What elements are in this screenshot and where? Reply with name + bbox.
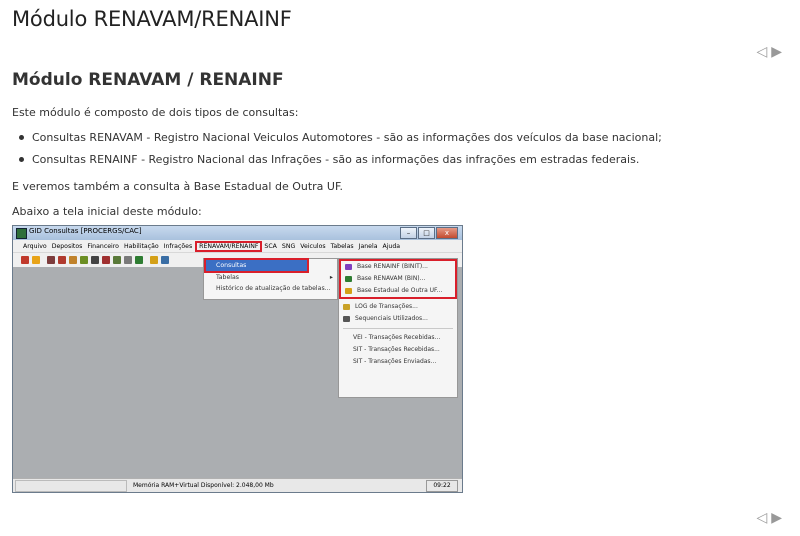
tool-icon[interactable] bbox=[113, 256, 121, 264]
next-page-icon[interactable]: ▶ bbox=[771, 44, 786, 60]
section-title: Módulo RENAVAM / RENAINF bbox=[12, 70, 284, 90]
traffic-light-icon[interactable] bbox=[91, 256, 99, 264]
tool-icon[interactable] bbox=[150, 256, 158, 264]
menu-financeiro[interactable]: Financeiro bbox=[87, 243, 119, 250]
menu-habilitacao[interactable]: Habilitação bbox=[124, 243, 159, 250]
renainf-icon bbox=[345, 264, 352, 270]
menu-item-label: Base RENAVAM (BIN)... bbox=[357, 275, 426, 282]
page-nav-bottom: ◁▶ bbox=[756, 510, 786, 526]
menu-tabelas[interactable]: Tabelas bbox=[331, 243, 354, 250]
menu-item-sit-enviadas[interactable]: SIT - Transações Enviadas... bbox=[339, 356, 457, 368]
menu-arquivo[interactable]: Arquivo bbox=[23, 243, 47, 250]
list-item: Consultas RENAVAM - Registro Nacional Ve… bbox=[12, 130, 662, 152]
below-text: Abaixo a tela inicial deste módulo: bbox=[12, 205, 202, 218]
tool-icon[interactable] bbox=[135, 256, 143, 264]
tool-icon[interactable] bbox=[102, 256, 110, 264]
tool-icon[interactable] bbox=[80, 256, 88, 264]
menu-item-label: LOG de Transações... bbox=[355, 303, 418, 310]
renavam-icon bbox=[345, 276, 352, 282]
menu-sca[interactable]: SCA bbox=[264, 243, 276, 250]
menu-item-label: Consultas bbox=[216, 262, 247, 269]
intro-text: Este módulo é composto de dois tipos de … bbox=[12, 106, 299, 119]
app-icon bbox=[16, 228, 27, 239]
menu-item-consultas[interactable]: Consultas bbox=[204, 258, 309, 273]
menu-item-vei-recebidas[interactable]: VEI - Transações Recebidas... bbox=[339, 332, 457, 344]
menu-infracoes[interactable]: Infrações bbox=[164, 243, 192, 250]
tool-icon[interactable] bbox=[69, 256, 77, 264]
tool-icon[interactable] bbox=[161, 256, 169, 264]
menu-renavam-renainf[interactable]: RENAVAM/RENAINF bbox=[195, 240, 263, 252]
also-text: E veremos também a consulta à Base Estad… bbox=[12, 180, 344, 193]
maximize-button[interactable]: □ bbox=[418, 227, 435, 239]
menu-veiculos[interactable]: Veiculos bbox=[300, 243, 325, 250]
status-bar: Memória RAM+Virtual Disponível: 2.048,00… bbox=[13, 478, 462, 492]
lock-icon[interactable] bbox=[32, 256, 40, 264]
tool-icon[interactable] bbox=[124, 256, 132, 264]
menu-item-base-renainf[interactable]: Base RENAINF (BINIT)... bbox=[341, 261, 455, 273]
status-time: 09:22 bbox=[426, 480, 458, 492]
window-title: GID Consultas [PROCERGS/CAC] bbox=[29, 227, 142, 235]
module-screenshot: GID Consultas [PROCERGS/CAC] – □ x Arqui… bbox=[12, 225, 463, 493]
menu-item-tabelas[interactable]: Tabelas ▸ bbox=[204, 272, 337, 283]
prev-page-icon[interactable]: ◁ bbox=[756, 510, 771, 526]
menu-item-label: Histórico de atualização de tabelas... bbox=[216, 285, 331, 292]
menu-item-sequenciais[interactable]: Sequenciais Utilizados... bbox=[339, 313, 457, 325]
search-icon bbox=[345, 288, 352, 294]
prev-page-icon[interactable]: ◁ bbox=[756, 44, 771, 60]
tool-icon[interactable] bbox=[21, 256, 29, 264]
status-cell bbox=[15, 480, 127, 492]
menu-item-label: Tabelas bbox=[216, 274, 240, 281]
tool-icon[interactable] bbox=[58, 256, 66, 264]
menu-janela[interactable]: Janela bbox=[359, 243, 378, 250]
renavam-dropdown-menu: Consultas Tabelas ▸ Histórico de atualiz… bbox=[203, 258, 338, 300]
menu-item-label: Base RENAINF (BINIT)... bbox=[357, 263, 428, 270]
sequence-icon bbox=[343, 316, 350, 322]
menu-item-sit-recebidas[interactable]: SIT - Transações Recebidas... bbox=[339, 344, 457, 356]
consultation-list: Consultas RENAVAM - Registro Nacional Ve… bbox=[12, 130, 662, 174]
memory-status: Memória RAM+Virtual Disponível: 2.048,00… bbox=[133, 482, 274, 489]
tool-icon[interactable] bbox=[47, 256, 55, 264]
page-title: Módulo RENAVAM/RENAINF bbox=[12, 7, 292, 31]
menu-item-historico[interactable]: Histórico de atualização de tabelas... bbox=[204, 283, 337, 294]
menu-item-label: Base Estadual de Outra UF... bbox=[357, 287, 443, 294]
menu-ajuda[interactable]: Ajuda bbox=[382, 243, 400, 250]
minimize-button[interactable]: – bbox=[400, 227, 417, 239]
window-titlebar: GID Consultas [PROCERGS/CAC] – □ x bbox=[13, 226, 462, 240]
submenu-arrow-icon: ▸ bbox=[329, 274, 333, 281]
menu-separator bbox=[343, 328, 453, 329]
close-button[interactable]: x bbox=[436, 227, 458, 239]
menu-item-label: Sequenciais Utilizados... bbox=[355, 315, 428, 322]
menu-depositos[interactable]: Depositos bbox=[52, 243, 83, 250]
menu-item-base-renavam[interactable]: Base RENAVAM (BIN)... bbox=[341, 273, 455, 285]
consultas-submenu: Base RENAINF (BINIT)... Base RENAVAM (BI… bbox=[338, 258, 458, 398]
page-nav-top: ◁▶ bbox=[756, 44, 786, 60]
menu-sng[interactable]: SNG bbox=[282, 243, 295, 250]
menubar: Arquivo Depositos Financeiro Habilitação… bbox=[13, 240, 462, 253]
log-icon bbox=[343, 304, 350, 310]
highlighted-consultas-group: Base RENAINF (BINIT)... Base RENAVAM (BI… bbox=[339, 259, 457, 299]
menu-item-base-estadual[interactable]: Base Estadual de Outra UF... bbox=[341, 285, 455, 297]
next-page-icon[interactable]: ▶ bbox=[771, 510, 786, 526]
menu-item-log[interactable]: LOG de Transações... bbox=[339, 301, 457, 313]
list-item: Consultas RENAINF - Registro Nacional da… bbox=[12, 152, 662, 174]
